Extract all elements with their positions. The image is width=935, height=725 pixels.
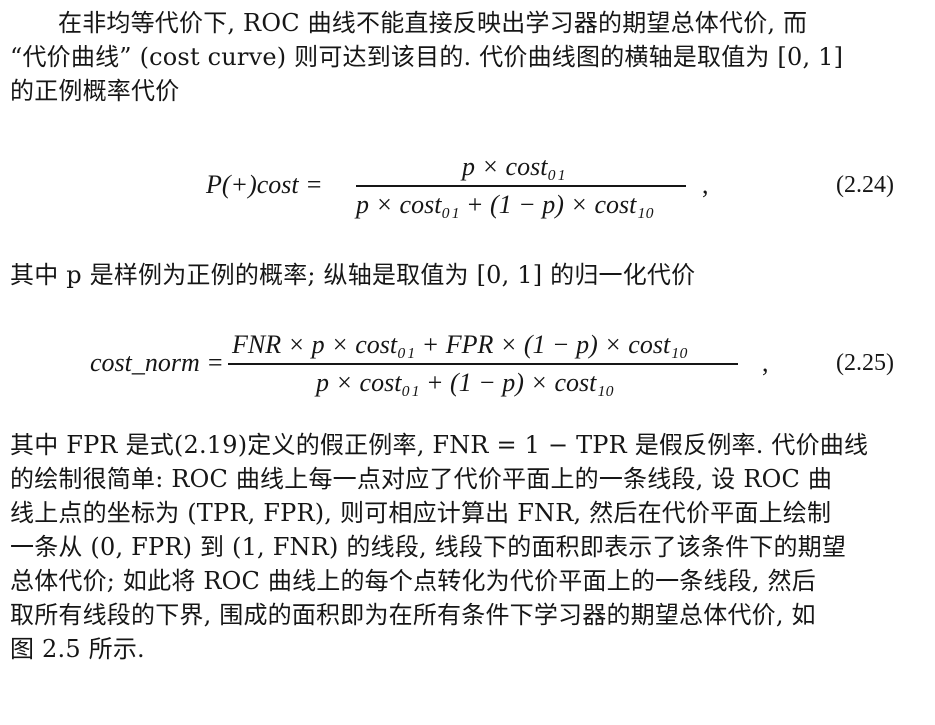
cost-curve-line-4: 一条从 (0, FPR) 到 (1, FNR) 的线段, 线段下的面积即表示了该… [10,533,847,561]
equation-2-25-denominator: p × cost₀₁ + (1 − p) × cost₁₀ [316,368,615,397]
numerator-explanation-paragraph: 其中 p 是样例为正例的概率; 纵轴是取值为 [0, 1] 的归一化代价 [10,258,915,292]
equation-2-24-denominator: p × cost₀₁ + (1 − p) × cost₁₀ [356,190,655,219]
explanation-line: 其中 p 是样例为正例的概率; 纵轴是取值为 [0, 1] 的归一化代价 [10,261,696,289]
cost-curve-line-1: 其中 FPR 是式(2.19)定义的假正例率, FNR = 1 − TPR 是假… [10,431,869,459]
cost-curve-line-3: 线上点的坐标为 (TPR, FPR), 则可相应计算出 FNR, 然后在代价平面… [10,499,832,527]
equation-2-25-fraction-bar [228,363,738,365]
equation-2-24-numerator: p × cost₀₁ [462,152,566,181]
equation-2-24-comma: , [702,170,709,199]
document-page: 在非均等代价下, ROC 曲线不能直接反映出学习器的期望总体代价, 而 “代价曲… [0,0,935,725]
equation-2-25-comma: , [762,348,769,377]
equation-2-25: cost_norm = FNR × p × cost₀₁ + FPR × (1 … [0,326,935,406]
equation-2-24-number: (2.24) [836,172,894,198]
cost-curve-paragraph: 其中 FPR 是式(2.19)定义的假正例率, FNR = 1 − TPR 是假… [10,428,915,666]
equation-2-24-lhs: P(+)cost = [206,170,323,199]
equation-2-24: P(+)cost = p × cost₀₁ p × cost₀₁ + (1 − … [0,150,935,230]
intro-line-3: 的正例概率代价 [10,77,180,105]
cost-curve-line-5: 总体代价; 如此将 ROC 曲线上的每个点转化为代价平面上的一条线段, 然后 [10,567,816,595]
equation-2-24-fraction-bar [356,185,686,187]
equation-2-25-lhs: cost_norm = [90,348,224,377]
cost-curve-line-7: 图 2.5 所示. [10,635,145,663]
equation-2-25-numerator: FNR × p × cost₀₁ + FPR × (1 − p) × cost₁… [232,330,689,359]
equation-2-25-number: (2.25) [836,350,894,376]
cost-curve-line-2: 的绘制很简单: ROC 曲线上每一点对应了代价平面上的一条线段, 设 ROC 曲 [10,465,833,493]
cost-curve-line-6: 取所有线段的下界, 围成的面积即为在所有条件下学习器的期望总体代价, 如 [10,601,816,629]
intro-line-2: “代价曲线” (cost curve) 则可达到该目的. 代价曲线图的横轴是取值… [10,43,844,71]
intro-paragraph: 在非均等代价下, ROC 曲线不能直接反映出学习器的期望总体代价, 而 “代价曲… [10,6,915,108]
intro-line-1: 在非均等代价下, ROC 曲线不能直接反映出学习器的期望总体代价, 而 [58,9,808,37]
